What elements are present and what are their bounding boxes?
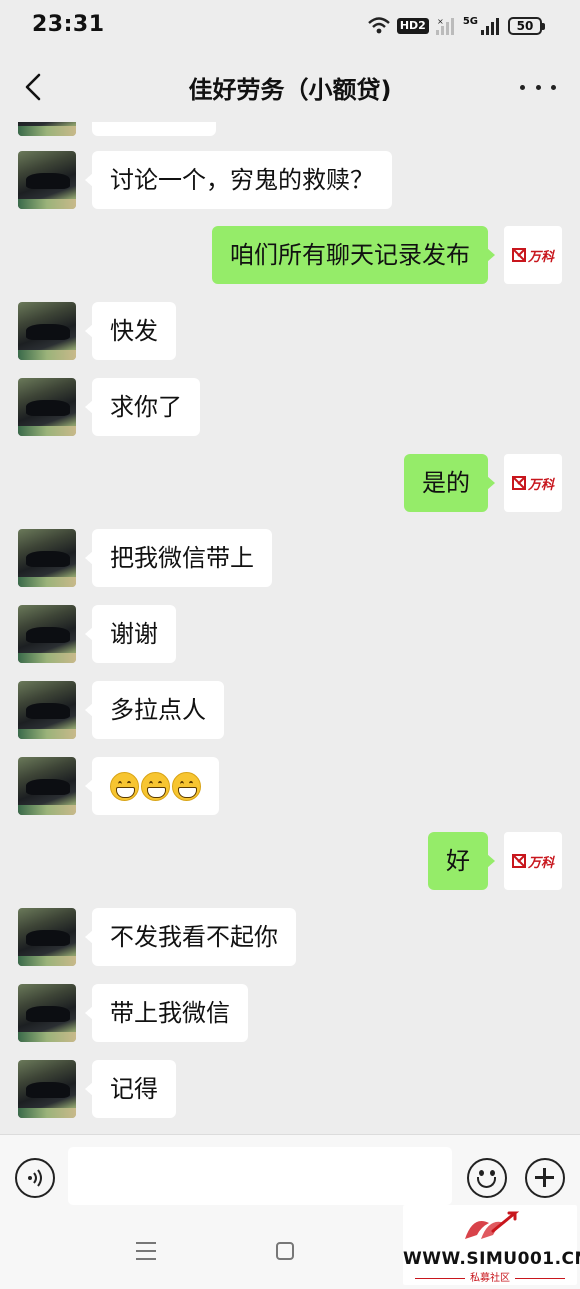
emoji-eye-icon — [490, 1170, 495, 1176]
battery-icon: 50 — [508, 17, 545, 35]
message-bubble[interactable]: 求你了 — [85, 378, 200, 436]
battery-level: 50 — [516, 19, 534, 33]
grin-emoji-icon — [141, 771, 170, 801]
message-item: 记得 — [0, 1060, 580, 1118]
message-bubble[interactable]: 带上我微信 — [85, 984, 248, 1042]
vanke-logo: 万科 — [511, 852, 554, 871]
chevron-left-icon — [25, 73, 41, 101]
voice-icon — [28, 1169, 42, 1187]
svg-text:×: × — [437, 17, 444, 26]
vanke-logo-text: 万科 — [527, 249, 554, 265]
avatar[interactable] — [18, 757, 76, 815]
message-bubble[interactable]: 记得 — [85, 1060, 176, 1118]
wifi-icon — [368, 17, 390, 34]
home-button[interactable] — [276, 1242, 294, 1260]
voice-button[interactable] — [15, 1158, 55, 1198]
watermark-url: WWW.SIMU001.CN — [403, 1249, 580, 1269]
avatar[interactable]: 万科 — [504, 226, 562, 284]
message-partial — [0, 122, 580, 136]
message-bubble[interactable]: 讨论一个，穷鬼的救赎？ — [85, 151, 392, 209]
chat-title: 佳好劳务（小额贷) — [188, 76, 392, 104]
message-item: 讨论一个，穷鬼的救赎？ — [0, 151, 580, 209]
message-bubble[interactable]: 好 — [428, 832, 495, 890]
message-bubble[interactable]: 是的 — [404, 454, 495, 512]
emoji-button[interactable] — [467, 1158, 507, 1198]
message-item: 不发我看不起你 — [0, 908, 580, 966]
message-bubble[interactable]: 不发我看不起你 — [85, 908, 296, 966]
avatar[interactable]: 万科 — [504, 454, 562, 512]
vanke-logo-text: 万科 — [527, 477, 554, 493]
back-button[interactable] — [16, 70, 50, 104]
message-bubble[interactable]: 咱们所有聊天记录发布 — [212, 226, 495, 284]
vanke-logo: 万科 — [511, 474, 554, 493]
more-dot-icon — [535, 84, 541, 90]
message-bubble[interactable]: 谢谢 — [85, 605, 176, 663]
signal-icon-2 — [481, 18, 499, 35]
more-dot-icon — [551, 84, 556, 90]
recent-apps-button[interactable] — [136, 1242, 156, 1260]
message-item — [0, 757, 580, 815]
avatar[interactable]: 万科 — [504, 832, 562, 890]
message-item: 快发 — [0, 302, 580, 360]
vanke-mark-icon — [511, 476, 526, 490]
avatar[interactable] — [18, 681, 76, 739]
avatar[interactable] — [18, 302, 76, 360]
avatar[interactable] — [18, 984, 76, 1042]
hd-badge: HD2 — [396, 18, 429, 34]
message-item: 是的 万科 — [0, 454, 580, 512]
message-input[interactable] — [68, 1147, 452, 1205]
emoji-eye-icon — [479, 1170, 484, 1176]
avatar[interactable] — [18, 605, 76, 663]
network-type: 5G — [462, 15, 478, 27]
avatar[interactable] — [18, 1060, 76, 1118]
message-item: 谢谢 — [0, 605, 580, 663]
avatar[interactable] — [18, 908, 76, 966]
message-bubble[interactable] — [92, 122, 216, 136]
vanke-logo-text: 万科 — [527, 855, 554, 871]
vanke-logo: 万科 — [511, 246, 554, 265]
emoji-row — [110, 757, 201, 815]
status-time: 23:31 — [32, 12, 105, 37]
avatar[interactable] — [18, 378, 76, 436]
status-icons: HD2 × 5G 50 — [367, 14, 545, 38]
message-item: 好 万科 — [0, 832, 580, 890]
status-bar: 23:31 HD2 × 5G 50 — [0, 0, 580, 52]
avatar[interactable] — [18, 122, 76, 136]
avatar[interactable] — [18, 529, 76, 587]
message-bubble[interactable]: 快发 — [85, 302, 176, 360]
more-options-button[interactable] — [520, 72, 556, 102]
grin-emoji-icon — [172, 771, 201, 801]
signal-icon-1: × — [435, 17, 454, 35]
watermark: WWW.SIMU001.CN 私募社区 — [403, 1205, 580, 1285]
message-bubble[interactable]: 多拉点人 — [85, 681, 224, 739]
message-item: 咱们所有聊天记录发布 万科 — [0, 226, 580, 284]
simu-logo-icon — [465, 1211, 520, 1239]
message-item: 求你了 — [0, 378, 580, 436]
more-actions-button[interactable] — [525, 1158, 565, 1198]
vanke-mark-icon — [511, 854, 526, 868]
watermark-subtitle: 私募社区 — [403, 1269, 577, 1284]
message-list[interactable]: 讨论一个，穷鬼的救赎？ 咱们所有聊天记录发布 万科 快发 求你了 是的 万科 把… — [0, 122, 580, 1134]
avatar[interactable] — [18, 151, 76, 209]
vanke-mark-icon — [511, 248, 526, 262]
message-item: 带上我微信 — [0, 984, 580, 1042]
grin-emoji-icon — [110, 771, 139, 801]
emoji-mouth-icon — [477, 1177, 496, 1188]
message-bubble[interactable]: 把我微信带上 — [85, 529, 272, 587]
chat-header: 佳好劳务（小额贷) — [0, 52, 580, 122]
more-dot-icon — [520, 84, 525, 90]
message-item: 把我微信带上 — [0, 529, 580, 587]
message-item: 多拉点人 — [0, 681, 580, 739]
message-bubble[interactable] — [85, 757, 219, 815]
